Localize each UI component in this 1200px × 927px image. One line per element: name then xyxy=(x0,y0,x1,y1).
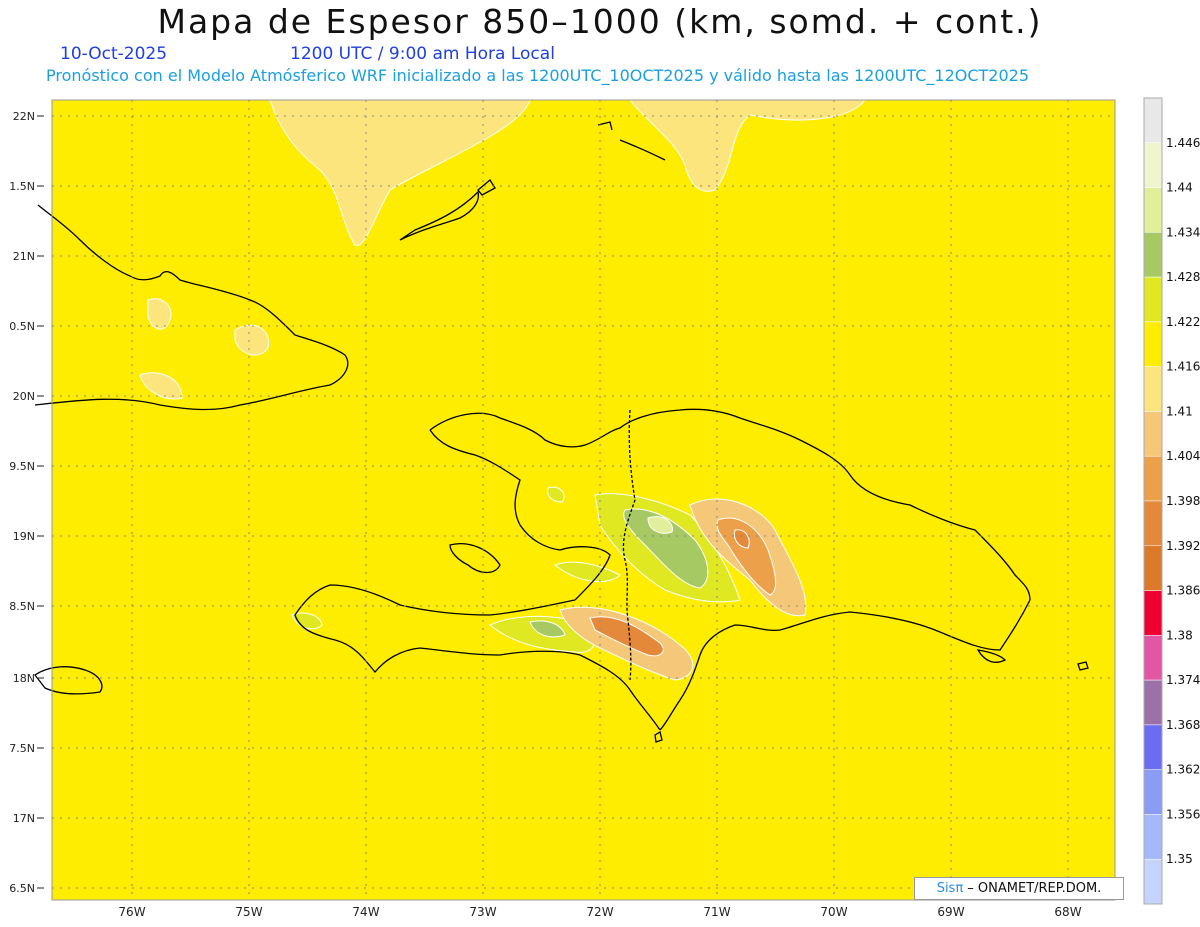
colorbar: 1.446 1.44 1.434 1.428 1.422 1.416 1.41 1.404 1.… xyxy=(1143,97,1200,905)
lat-label: 17N xyxy=(13,812,35,825)
lon-label: 71W xyxy=(703,905,730,919)
lat-labels: 22N 1.5N 21N 0.5N 20N 9.5N 19N 8.5N 18N … xyxy=(9,110,35,895)
lat-label: 9.5N xyxy=(9,460,35,473)
colorbar-swatch xyxy=(1143,545,1163,591)
colorbar-label: 1.44 xyxy=(1166,181,1193,195)
lat-label: 18N xyxy=(13,672,35,685)
colorbar-swatch xyxy=(1143,411,1163,457)
lon-label: 70W xyxy=(820,905,847,919)
colorbar-swatch xyxy=(1143,769,1163,815)
colorbar-swatch xyxy=(1143,814,1163,860)
lat-label: 1.5N xyxy=(9,180,35,193)
colorbar-label: 1.374 xyxy=(1166,673,1200,687)
colorbar-label: 1.422 xyxy=(1166,315,1200,329)
credit-logo: Sisπ xyxy=(936,881,964,896)
colorbar-label: 1.398 xyxy=(1166,494,1200,508)
colorbar-swatch xyxy=(1143,724,1163,770)
colorbar-swatch xyxy=(1143,366,1163,412)
lat-label: 22N xyxy=(13,110,35,123)
colorbar-swatch xyxy=(1143,635,1163,681)
colorbar-swatch xyxy=(1143,276,1163,323)
lat-label: 7.5N xyxy=(9,742,35,755)
lon-label: 69W xyxy=(937,905,964,919)
colorbar-label: 1.434 xyxy=(1166,225,1200,239)
credit-box: Sisπ – ONAMET/REP.DOM. xyxy=(914,877,1124,900)
colorbar-swatch xyxy=(1143,97,1163,144)
lon-label: 68W xyxy=(1054,905,1081,919)
colorbar-label: 1.428 xyxy=(1166,270,1200,284)
colorbar-swatch xyxy=(1143,321,1163,367)
lon-label: 73W xyxy=(469,905,496,919)
colorbar-swatch xyxy=(1143,500,1163,547)
colorbar-swatch xyxy=(1143,590,1163,636)
colorbar-swatch xyxy=(1143,858,1163,905)
map-area xyxy=(52,100,1115,900)
colorbar-label: 1.446 xyxy=(1166,136,1200,150)
lat-label: 0.5N xyxy=(9,320,35,333)
colorbar-label: 1.35 xyxy=(1166,852,1193,866)
colorbar-swatch xyxy=(1143,455,1163,502)
colorbar-label: 1.386 xyxy=(1166,584,1200,598)
lon-label: 75W xyxy=(235,905,262,919)
colorbar-label: 1.41 xyxy=(1166,404,1193,418)
colorbar-swatch xyxy=(1143,187,1163,233)
colorbar-label: 1.392 xyxy=(1166,539,1200,553)
lon-label: 76W xyxy=(118,905,145,919)
lon-label: 72W xyxy=(586,905,613,919)
lat-label: 21N xyxy=(13,250,35,263)
lat-label: 20N xyxy=(13,390,35,403)
colorbar-swatch xyxy=(1143,679,1163,726)
lat-ticks xyxy=(37,115,44,889)
lon-labels: 76W 75W 74W 73W 72W 71W 70W 69W 68W xyxy=(118,905,1081,919)
colorbar-label: 1.356 xyxy=(1166,807,1200,821)
map-figure: 76W 75W 74W 73W 72W 71W 70W 69W 68W 22N … xyxy=(9,97,1200,919)
colorbar-label: 1.416 xyxy=(1166,360,1200,374)
colorbar-swatch xyxy=(1143,142,1163,188)
lon-label: 74W xyxy=(352,905,379,919)
lat-label: 19N xyxy=(13,530,35,543)
colorbar-label: 1.404 xyxy=(1166,449,1200,463)
colorbar-swatch xyxy=(1143,232,1163,278)
credit-text: – ONAMET/REP.DOM. xyxy=(963,881,1102,896)
colorbar-label: 1.38 xyxy=(1166,628,1193,642)
colorbar-label: 1.368 xyxy=(1166,718,1200,732)
lat-label: 6.5N xyxy=(9,882,35,895)
colorbar-label: 1.362 xyxy=(1166,763,1200,777)
lat-label: 8.5N xyxy=(9,600,35,613)
